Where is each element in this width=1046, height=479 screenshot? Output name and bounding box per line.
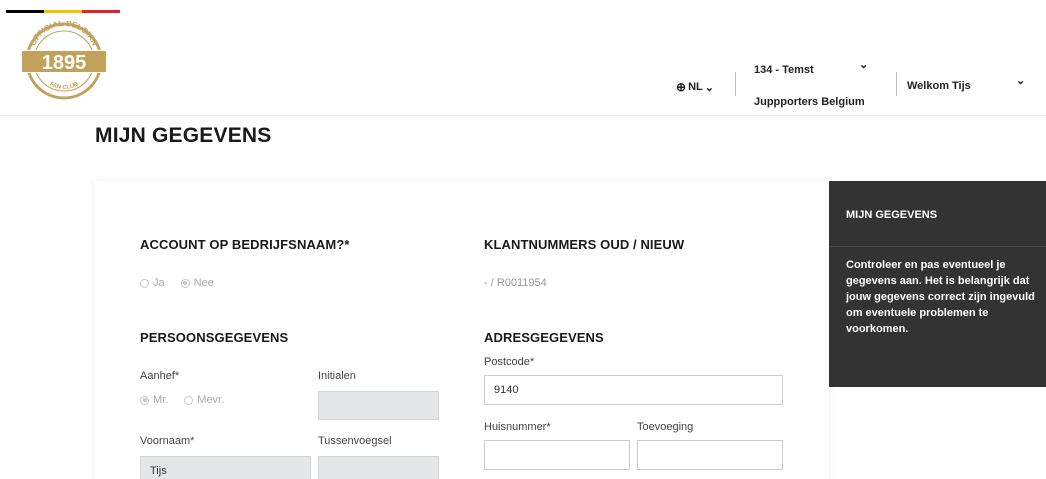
- initials-label: Initialen: [318, 370, 356, 382]
- customer-numbers-heading: KLANTNUMMERS OUD / NIEUW: [484, 237, 685, 252]
- firstname-label: Voornaam*: [140, 435, 195, 447]
- divider: [896, 72, 897, 96]
- salutation-label: Aanhef*: [140, 370, 180, 382]
- sidebar-title: MIJN GEGEVENS: [846, 209, 938, 221]
- sidebar-divider: [829, 246, 1046, 247]
- divider: [735, 72, 736, 96]
- language-selector[interactable]: ⊕ NL ⌄: [676, 80, 714, 94]
- company-account-radio-group: Ja Nee: [140, 277, 214, 289]
- radio-mevr[interactable]: [184, 395, 194, 405]
- addition-label: Toevoeging: [637, 421, 694, 433]
- radio-nee-label[interactable]: Nee: [194, 277, 214, 289]
- company-account-heading: ACCOUNT OP BEDRIJFSNAAM?*: [140, 237, 350, 252]
- globe-icon: ⊕: [676, 80, 687, 94]
- logo-year: 1895: [42, 52, 87, 74]
- customer-numbers-value: - / R0011954: [484, 277, 547, 289]
- infix-field[interactable]: [318, 456, 439, 479]
- club-selector-name[interactable]: 134 - Temst: [754, 64, 814, 76]
- postcode-label: Postcode*: [484, 356, 535, 368]
- logo-arc-bottom: FAN CLUB: [49, 81, 81, 91]
- radio-ja[interactable]: [140, 278, 149, 288]
- infix-label: Tussenvoegsel: [318, 435, 392, 447]
- personal-heading: PERSOONSGEGEVENS: [140, 330, 289, 345]
- chevron-down-icon: ⌄: [704, 81, 714, 94]
- firstname-field[interactable]: Tijs: [140, 456, 311, 479]
- club-selector-sub[interactable]: Juppporters Belgium: [754, 96, 865, 108]
- postcode-field[interactable]: 9140: [484, 375, 783, 405]
- radio-nee[interactable]: [180, 278, 190, 288]
- form-card: ACCOUNT OP BEDRIJFSNAAM?* Ja Nee KLANTNU…: [94, 181, 829, 479]
- chevron-down-icon[interactable]: ⌄: [1016, 74, 1025, 87]
- fan-club-logo[interactable]: OFFICIAL BELGIAN 1895 FAN CLUB: [19, 21, 109, 103]
- housenumber-label: Huisnummer*: [484, 421, 551, 433]
- address-heading: ADRESGEGEVENS: [484, 330, 604, 345]
- radio-mevr-label[interactable]: Mevr.: [197, 394, 224, 406]
- logo-arc-top: OFFICIAL BELGIAN: [29, 21, 100, 47]
- top-navigation: [0, 0, 1046, 116]
- radio-mr[interactable]: [140, 395, 149, 405]
- salutation-radio-group: Mr. Mevr.: [140, 394, 224, 406]
- info-sidebar: MIJN GEGEVENS Controleer en pas eventuee…: [829, 181, 1046, 387]
- language-label: NL: [688, 81, 703, 93]
- chevron-down-icon[interactable]: ⌄: [859, 58, 868, 71]
- housenumber-field[interactable]: [484, 440, 630, 470]
- radio-ja-label[interactable]: Ja: [153, 277, 165, 289]
- addition-field[interactable]: [637, 440, 783, 470]
- sidebar-text: Controleer en pas eventueel je gegevens …: [846, 259, 1035, 335]
- user-menu-label[interactable]: Welkom Tijs: [907, 80, 971, 92]
- page-title: MIJN GEGEVENS: [95, 124, 272, 147]
- radio-mr-label[interactable]: Mr.: [153, 394, 168, 406]
- initials-field[interactable]: [318, 391, 439, 420]
